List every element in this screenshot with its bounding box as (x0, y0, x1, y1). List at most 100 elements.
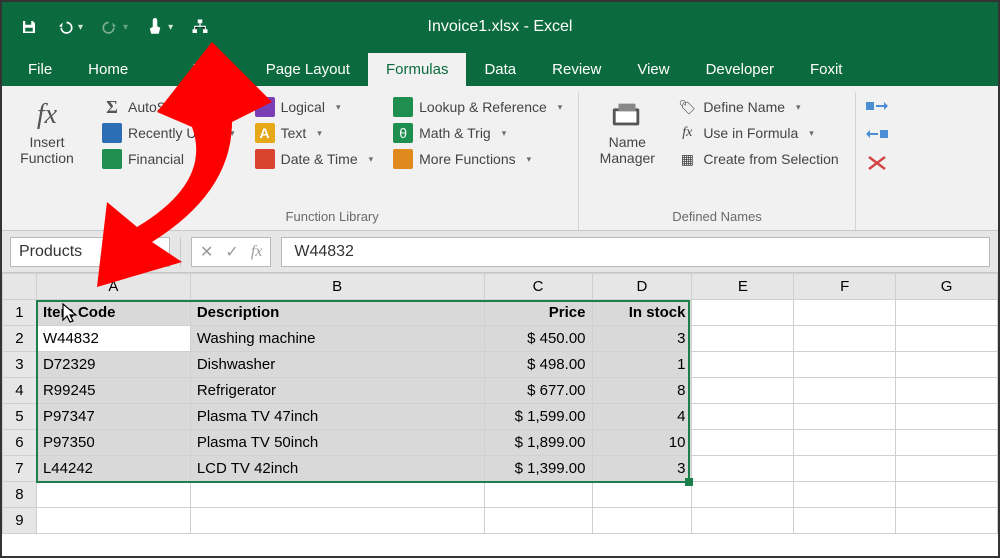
cell[interactable] (896, 404, 998, 430)
cell[interactable] (794, 430, 896, 456)
select-all-corner[interactable] (3, 274, 37, 300)
cell[interactable]: $ 450.00 (484, 326, 592, 352)
cell[interactable] (692, 378, 794, 404)
trace-dependents-icon[interactable] (866, 126, 888, 144)
define-name-button[interactable]: 🏷Define Name (671, 94, 844, 120)
tab-view[interactable]: View (619, 53, 687, 86)
column-header[interactable]: C (484, 274, 592, 300)
column-header[interactable]: E (692, 274, 794, 300)
cell[interactable] (794, 352, 896, 378)
cell[interactable]: $ 1,599.00 (484, 404, 592, 430)
cell[interactable] (692, 352, 794, 378)
cell[interactable] (794, 456, 896, 482)
cell[interactable] (692, 404, 794, 430)
insert-function-button[interactable]: fx Insert Function (12, 94, 82, 170)
cell[interactable] (692, 300, 794, 326)
cancel-icon[interactable]: ✕ (200, 242, 213, 262)
use-in-formula-button[interactable]: fxUse in Formula (671, 120, 844, 146)
cell[interactable] (794, 326, 896, 352)
column-header[interactable]: F (794, 274, 896, 300)
cell[interactable] (484, 508, 592, 534)
cell[interactable]: Item Code (36, 300, 190, 326)
cell[interactable]: P97347 (36, 404, 190, 430)
text-button[interactable]: AText (249, 120, 380, 146)
name-box[interactable]: Products ▼ (10, 237, 170, 267)
create-from-selection-button[interactable]: ▦Create from Selection (671, 146, 844, 172)
cell[interactable]: Plasma TV 47inch (190, 404, 484, 430)
tab-formulas[interactable]: Formulas (368, 53, 467, 86)
cell[interactable]: 4 (592, 404, 692, 430)
cell[interactable] (692, 482, 794, 508)
column-header[interactable]: B (190, 274, 484, 300)
cell[interactable] (896, 456, 998, 482)
row-header[interactable]: 9 (3, 508, 37, 534)
logical-button[interactable]: Logical (249, 94, 380, 120)
cell[interactable] (794, 404, 896, 430)
math-trig-button[interactable]: θMath & Trig (387, 120, 568, 146)
row-header[interactable]: 7 (3, 456, 37, 482)
tab-file[interactable]: File (10, 53, 70, 86)
cell[interactable]: LCD TV 42inch (190, 456, 484, 482)
cell[interactable]: 10 (592, 430, 692, 456)
cell[interactable] (896, 378, 998, 404)
lookup-reference-button[interactable]: Lookup & Reference (387, 94, 568, 120)
cell[interactable] (692, 508, 794, 534)
cell[interactable] (36, 508, 190, 534)
column-header[interactable]: A (36, 274, 190, 300)
financial-button[interactable]: Financial (96, 146, 241, 172)
trace-precedents-icon[interactable] (866, 98, 888, 116)
fx-icon[interactable]: fx (251, 243, 263, 261)
date-time-button[interactable]: Date & Time (249, 146, 380, 172)
cell[interactable]: Washing machine (190, 326, 484, 352)
cell[interactable]: $ 1,399.00 (484, 456, 592, 482)
cell[interactable]: D72329 (36, 352, 190, 378)
cell[interactable] (794, 482, 896, 508)
cell[interactable]: Plasma TV 50inch (190, 430, 484, 456)
save-button[interactable] (12, 12, 46, 42)
cell[interactable]: $ 498.00 (484, 352, 592, 378)
cell[interactable] (896, 508, 998, 534)
cell[interactable] (484, 482, 592, 508)
name-manager-button[interactable]: Name Manager (589, 94, 665, 170)
cell[interactable]: 1 (592, 352, 692, 378)
remove-arrows-icon[interactable] (866, 154, 888, 172)
row-header[interactable]: 1 (3, 300, 37, 326)
row-header[interactable]: 2 (3, 326, 37, 352)
redo-button[interactable]: ▾ (93, 12, 136, 42)
cell[interactable] (190, 508, 484, 534)
cell[interactable]: Dishwasher (190, 352, 484, 378)
cell[interactable] (592, 482, 692, 508)
cell[interactable]: $ 1,899.00 (484, 430, 592, 456)
cell[interactable]: In stock (592, 300, 692, 326)
org-chart-button[interactable] (183, 12, 217, 42)
cell[interactable]: 3 (592, 326, 692, 352)
cell[interactable] (896, 482, 998, 508)
cell[interactable] (896, 326, 998, 352)
spreadsheet-grid[interactable]: A B C D E F G 1 Item Code Description Pr… (2, 273, 998, 534)
tab-developer[interactable]: Developer (688, 53, 792, 86)
cell[interactable] (692, 326, 794, 352)
undo-button[interactable]: ▾ (48, 12, 91, 42)
formula-bar-input[interactable]: W44832 (281, 237, 990, 267)
row-header[interactable]: 5 (3, 404, 37, 430)
cell[interactable] (896, 430, 998, 456)
cell[interactable]: L44242 (36, 456, 190, 482)
cell[interactable] (794, 508, 896, 534)
tab-foxit[interactable]: Foxit (792, 53, 861, 86)
cell[interactable]: W44832 (36, 326, 190, 352)
more-functions-button[interactable]: More Functions (387, 146, 568, 172)
row-header[interactable]: 3 (3, 352, 37, 378)
row-header[interactable]: 8 (3, 482, 37, 508)
cell[interactable] (36, 482, 190, 508)
column-header[interactable]: D (592, 274, 692, 300)
cell[interactable]: Refrigerator (190, 378, 484, 404)
autosum-button[interactable]: ΣAutoSum (96, 94, 241, 120)
tab-insert[interactable]: Insert (146, 53, 248, 86)
recently-used-button[interactable]: Recently Used (96, 120, 241, 146)
cell[interactable] (794, 378, 896, 404)
cell[interactable]: $ 677.00 (484, 378, 592, 404)
row-header[interactable]: 6 (3, 430, 37, 456)
cell[interactable] (896, 352, 998, 378)
tab-review[interactable]: Review (534, 53, 619, 86)
cell[interactable] (692, 430, 794, 456)
